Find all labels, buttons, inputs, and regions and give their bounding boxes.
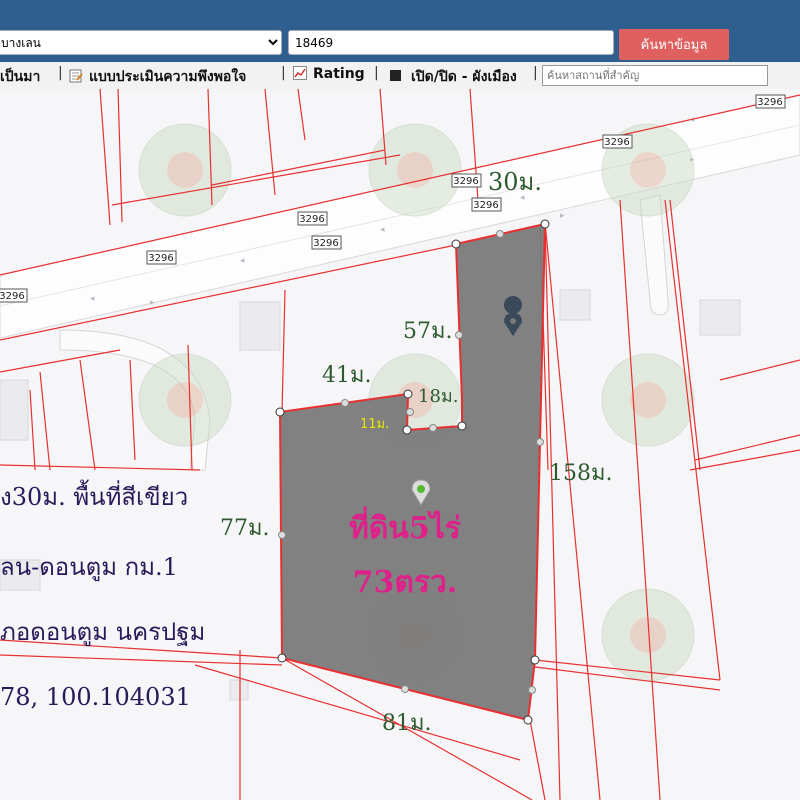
road-marker: 3296 <box>0 291 25 302</box>
overlay-text-line4: 78, 100.104031 <box>0 683 191 711</box>
district-select[interactable]: บางเลน <box>0 30 282 55</box>
road-marker: 3296 <box>473 200 498 211</box>
menu-item-rating-label: Rating <box>313 66 365 82</box>
menu-item-survey[interactable]: แบบประเมินความพึงพอใจ <box>69 66 246 88</box>
road-marker: 3296 <box>604 137 629 148</box>
menu-item-toggle-cityplan[interactable]: เปิด/ปิด - ผังเมือง <box>390 66 517 88</box>
chart-icon <box>293 66 307 80</box>
svg-text:◂: ◂ <box>90 294 95 304</box>
road-marker: 3296 <box>148 253 173 264</box>
road-marker: 3296 <box>299 214 324 225</box>
road-marker: 3296 <box>453 176 478 187</box>
dimension-front: 30ม. <box>488 168 542 196</box>
dimension-right-side: 158ม. <box>549 461 613 486</box>
menu-separator: | <box>58 65 63 81</box>
svg-text:▸: ▸ <box>150 298 155 308</box>
menu-item-survey-label: แบบประเมินความพึงพอใจ <box>89 69 247 85</box>
map-view[interactable]: ◂◂◂ ◂◂▸ ▸▸ <box>0 89 800 800</box>
menu-item-rating[interactable]: Rating <box>293 66 365 82</box>
landmark-search-input[interactable] <box>542 65 768 86</box>
svg-text:◂: ◂ <box>380 225 385 235</box>
dimension-notch-width: 18ม. <box>418 386 459 407</box>
road-marker: 3296 <box>757 97 782 108</box>
form-icon <box>69 69 83 83</box>
parcel-area-subtitle: 73ตรว. <box>353 565 458 600</box>
overlay-text-line3: ภอดอนตูม นครปฐม <box>0 618 205 647</box>
dimension-left-top: 41ม. <box>322 363 372 388</box>
dimension-top-inner: 57ม. <box>403 319 453 344</box>
overlay-text-line1: ง30ม. พื้นที่สีเขียว <box>0 479 188 511</box>
dimension-bottom: 81ม. <box>382 711 432 736</box>
parcel-number-input[interactable] <box>288 30 614 55</box>
svg-text:◂: ◂ <box>240 256 245 266</box>
top-bar: บางเลน ค้นหาข้อมูล <box>0 0 800 62</box>
menu-separator: | <box>374 65 379 81</box>
menu-separator: | <box>281 65 286 81</box>
parcel-area-title: ที่ดิน5ไร่ <box>349 506 461 546</box>
menu-separator: | <box>533 65 538 81</box>
toggle-checkbox[interactable] <box>390 70 401 81</box>
search-button[interactable]: ค้นหาข้อมูล <box>619 29 729 60</box>
svg-text:▸: ▸ <box>560 211 565 221</box>
dimension-left-side: 77ม. <box>220 516 270 541</box>
road-marker: 3296 <box>313 238 338 249</box>
menu-item-history[interactable]: เป็นมา <box>0 66 40 88</box>
dimension-notch-depth: 11ม. <box>360 417 389 432</box>
menu-item-toggle-label: เปิด/ปิด - ผังเมือง <box>411 69 517 85</box>
overlay-text-line2: ลน-ดอนตูม กม.1 <box>0 553 178 582</box>
